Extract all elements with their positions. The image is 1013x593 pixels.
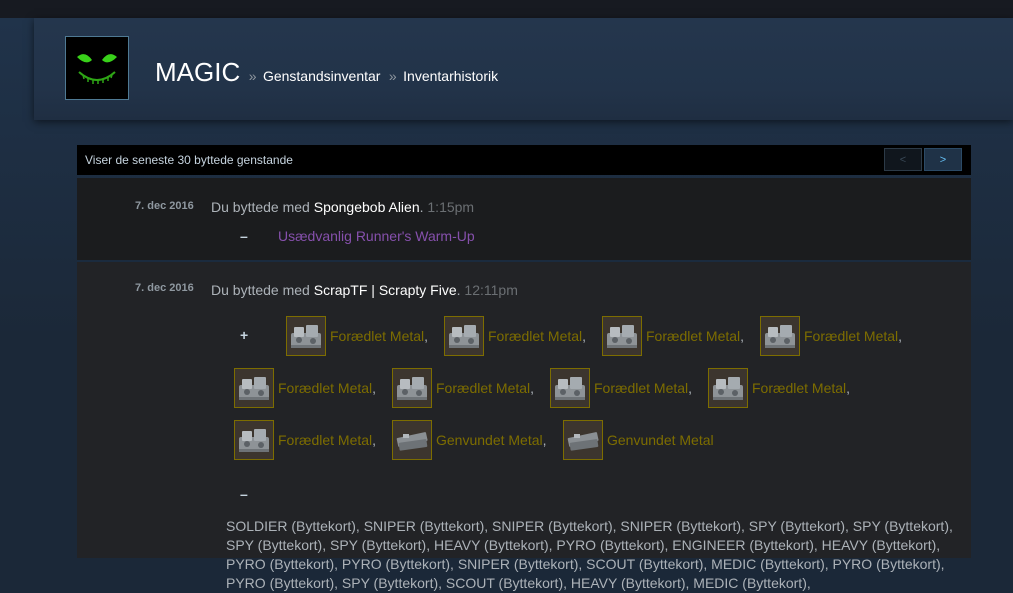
item-removed-marker: –	[240, 228, 248, 244]
top-bar	[0, 0, 1013, 19]
breadcrumb-inventory[interactable]: Genstandsinventar	[263, 68, 381, 84]
item-added-marker: +	[240, 327, 249, 343]
item-name: Genvundet Metal	[607, 432, 714, 448]
row-divider	[77, 260, 971, 262]
received-item[interactable]: Forædlet Metal,	[234, 419, 376, 461]
trade-suffix: .	[419, 199, 424, 215]
trade-history-list: 7. dec 2016 Du byttede med Spongebob Ali…	[77, 178, 971, 591]
trade-date: 7. dec 2016	[135, 282, 194, 294]
breadcrumb-separator: »	[248, 68, 257, 84]
refined-metal-icon	[392, 368, 432, 408]
item-name: Forædlet Metal	[278, 380, 373, 396]
trade-prefix: Du byttede med	[211, 282, 314, 298]
trade-prefix: Du byttede med	[211, 199, 314, 215]
trade-suffix: .	[456, 282, 461, 298]
received-item[interactable]: Forædlet Metal,	[392, 367, 534, 409]
history-count-label: Viser de seneste 30 byttede genstande	[85, 153, 293, 167]
history-toolbar: Viser de seneste 30 byttede genstande < …	[77, 145, 971, 175]
item-separator: ,	[530, 380, 535, 396]
reclaimed-metal-icon	[392, 420, 432, 460]
refined-metal-icon	[444, 316, 484, 356]
refined-metal-icon	[234, 420, 274, 460]
refined-metal-icon	[234, 368, 274, 408]
received-item[interactable]: Forædlet Metal,	[760, 315, 902, 357]
next-page-button[interactable]: >	[924, 148, 962, 171]
item-separator: ,	[582, 328, 587, 344]
trade-time: 1:15pm	[427, 199, 475, 215]
refined-metal-icon	[550, 368, 590, 408]
received-item[interactable]: Forædlet Metal,	[602, 315, 744, 357]
unusual-item-name[interactable]: Usædvanlig Runner's Warm-Up	[278, 228, 475, 244]
item-name: Genvundet Metal	[436, 432, 543, 448]
item-separator: ,	[688, 380, 693, 396]
item-separator: ,	[542, 432, 547, 448]
item-name: Forædlet Metal	[488, 328, 583, 344]
item-separator: ,	[372, 432, 377, 448]
trade-description: Du byttede med ScrapTF | Scrapty Five. 1…	[211, 282, 518, 298]
trade-date: 7. dec 2016	[135, 200, 194, 212]
prev-page-button[interactable]: <	[884, 148, 922, 171]
trade-time: 12:11pm	[464, 282, 518, 298]
item-separator: ,	[424, 328, 429, 344]
item-name: Forædlet Metal	[278, 432, 373, 448]
item-separator: ,	[740, 328, 745, 344]
received-item[interactable]: Forædlet Metal,	[234, 367, 376, 409]
avatar-image	[68, 39, 126, 97]
refined-metal-icon	[708, 368, 748, 408]
given-items-text: SOLDIER (Byttekort), SNIPER (Byttekort),…	[226, 518, 953, 591]
trade-partner-link[interactable]: Spongebob Alien	[314, 199, 420, 215]
refined-metal-icon	[760, 316, 800, 356]
avatar[interactable]	[65, 36, 129, 100]
item-separator: ,	[372, 380, 377, 396]
item-name: Forædlet Metal	[594, 380, 689, 396]
breadcrumb-separator: »	[388, 68, 397, 84]
item-name: Forædlet Metal	[330, 328, 425, 344]
breadcrumb-inventory-history: Inventarhistorik	[403, 68, 499, 84]
received-item[interactable]: Forædlet Metal,	[286, 315, 428, 357]
inventory-history-panel: Viser de seneste 30 byttede genstande < …	[77, 145, 971, 591]
trade-description: Du byttede med Spongebob Alien. 1:15pm	[211, 199, 474, 215]
page-title: MAGIC » Genstandsinventar » Inventarhist…	[155, 57, 498, 88]
item-name: Forædlet Metal	[436, 380, 531, 396]
item-name: Forædlet Metal	[646, 328, 741, 344]
refined-metal-icon	[602, 316, 642, 356]
item-separator: ,	[846, 380, 851, 396]
item-separator: ,	[898, 328, 903, 344]
received-item[interactable]: Forædlet Metal,	[708, 367, 850, 409]
profile-name[interactable]: MAGIC	[155, 57, 240, 87]
reclaimed-metal-icon	[563, 420, 603, 460]
item-name: Forædlet Metal	[752, 380, 847, 396]
received-item[interactable]: Genvundet Metal	[563, 419, 714, 461]
received-item[interactable]: Genvundet Metal,	[392, 419, 547, 461]
received-item[interactable]: Forædlet Metal,	[444, 315, 586, 357]
trade-partner-link[interactable]: ScrapTF | Scrapty Five	[314, 282, 457, 298]
item-removed-marker: –	[240, 486, 248, 502]
received-item[interactable]: Forædlet Metal,	[550, 367, 692, 409]
trade-row: 7. dec 2016 Du byttede med Spongebob Ali…	[77, 178, 971, 260]
item-name: Forædlet Metal	[804, 328, 899, 344]
refined-metal-icon	[286, 316, 326, 356]
